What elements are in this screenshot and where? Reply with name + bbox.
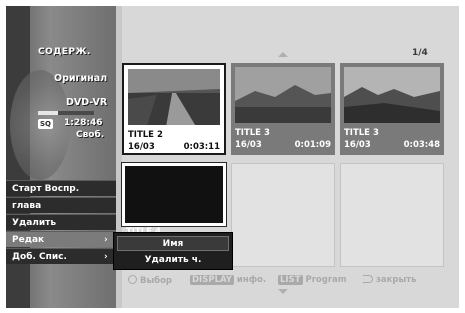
thumbnail-caption: TITLE 3 16/03 0:01:09 xyxy=(231,125,335,155)
thumbnail-caption: TITLE 2 16/03 0:03:11 xyxy=(124,127,224,153)
disc-usage-fill xyxy=(38,111,58,115)
empty-slot xyxy=(340,163,444,267)
menu-item-label: глава xyxy=(12,201,42,211)
select-hint: Выбор xyxy=(128,275,172,286)
close-label: закрыть xyxy=(375,275,417,285)
title-thumbnail-3[interactable]: TITLE 3 16/03 0:03:48 xyxy=(340,63,444,155)
title-duration: 0:03:48 xyxy=(403,140,440,150)
title-name: TITLE 3 xyxy=(235,128,270,138)
chevron-right-icon: › xyxy=(104,235,108,245)
thumbnail-image-landscape-road xyxy=(128,69,220,125)
submenu-item-name[interactable]: Имя xyxy=(117,236,229,251)
enter-button-icon xyxy=(128,275,137,284)
menu-item-chapter[interactable]: глава xyxy=(6,197,116,213)
display-hint: DISPLAY инфо. xyxy=(190,275,266,285)
submenu-item-delete-part[interactable]: Удалить ч. xyxy=(117,253,229,268)
free-label: Своб. xyxy=(76,130,105,140)
menu-item-start-play[interactable]: Старт Воспр. xyxy=(6,180,116,196)
display-key-icon: DISPLAY xyxy=(190,275,234,285)
return-icon xyxy=(363,275,373,283)
menu-item-label: Старт Воспр. xyxy=(12,184,80,194)
select-label: Выбор xyxy=(139,276,172,286)
title-duration: 0:03:11 xyxy=(183,142,220,152)
menu-item-label: Удалить xyxy=(12,218,57,228)
list-hint: LIST Program xyxy=(278,275,347,285)
title-name: TITLE 3 xyxy=(344,128,379,138)
thumbnail-caption: TITLE 3 16/03 0:03:48 xyxy=(340,125,444,155)
menu-item-delete[interactable]: Удалить xyxy=(6,214,116,230)
disc-format: DVD-VR xyxy=(66,97,108,108)
title-thumbnail-1[interactable]: TITLE 2 16/03 0:03:11 xyxy=(122,63,226,155)
title-date: 16/03 xyxy=(344,140,371,150)
title-duration: 0:01:09 xyxy=(294,140,331,150)
info-label: инфо. xyxy=(236,275,267,285)
scroll-down-arrow-icon[interactable] xyxy=(278,289,288,294)
menu-item-edit[interactable]: Редак › xyxy=(6,231,116,247)
empty-slot xyxy=(231,163,335,267)
help-bar: Выбор DISPLAY инфо. LIST Program закрыть xyxy=(120,273,456,289)
title-date: 16/03 xyxy=(128,142,155,152)
title-name: TITLE 2 xyxy=(128,130,163,140)
quality-badge: SQ xyxy=(38,119,53,129)
contents-header: СОДЕРЖ. xyxy=(38,47,91,57)
program-label: Program xyxy=(305,275,347,285)
edit-submenu: Имя Удалить ч. xyxy=(113,232,233,270)
close-hint: закрыть xyxy=(363,275,417,285)
thumbnail-image-coast xyxy=(344,67,440,123)
list-key-icon: LIST xyxy=(278,275,303,285)
disc-usage-bar xyxy=(38,111,94,115)
scroll-up-arrow-icon[interactable] xyxy=(278,52,288,57)
dvd-menu-screen: СОДЕРЖ. Оригинал DVD-VR SQ 1:28:46 Своб.… xyxy=(0,0,465,313)
menu-item-label: Редак xyxy=(12,235,45,245)
title-thumbnail-2[interactable]: TITLE 3 16/03 0:01:09 xyxy=(231,63,335,155)
chevron-right-icon: › xyxy=(104,252,108,262)
thumbnail-image-mountains xyxy=(235,67,331,123)
menu-item-add-list[interactable]: Доб. Спис. › xyxy=(6,248,116,264)
title-date: 16/03 xyxy=(235,140,262,150)
title-thumbnail-4[interactable] xyxy=(121,162,227,227)
remaining-time: 1:28:46 xyxy=(64,118,103,128)
source-label: Оригинал xyxy=(54,73,108,84)
menu-item-label: Доб. Спис. xyxy=(12,252,67,262)
page-indicator: 1/4 xyxy=(412,48,428,58)
